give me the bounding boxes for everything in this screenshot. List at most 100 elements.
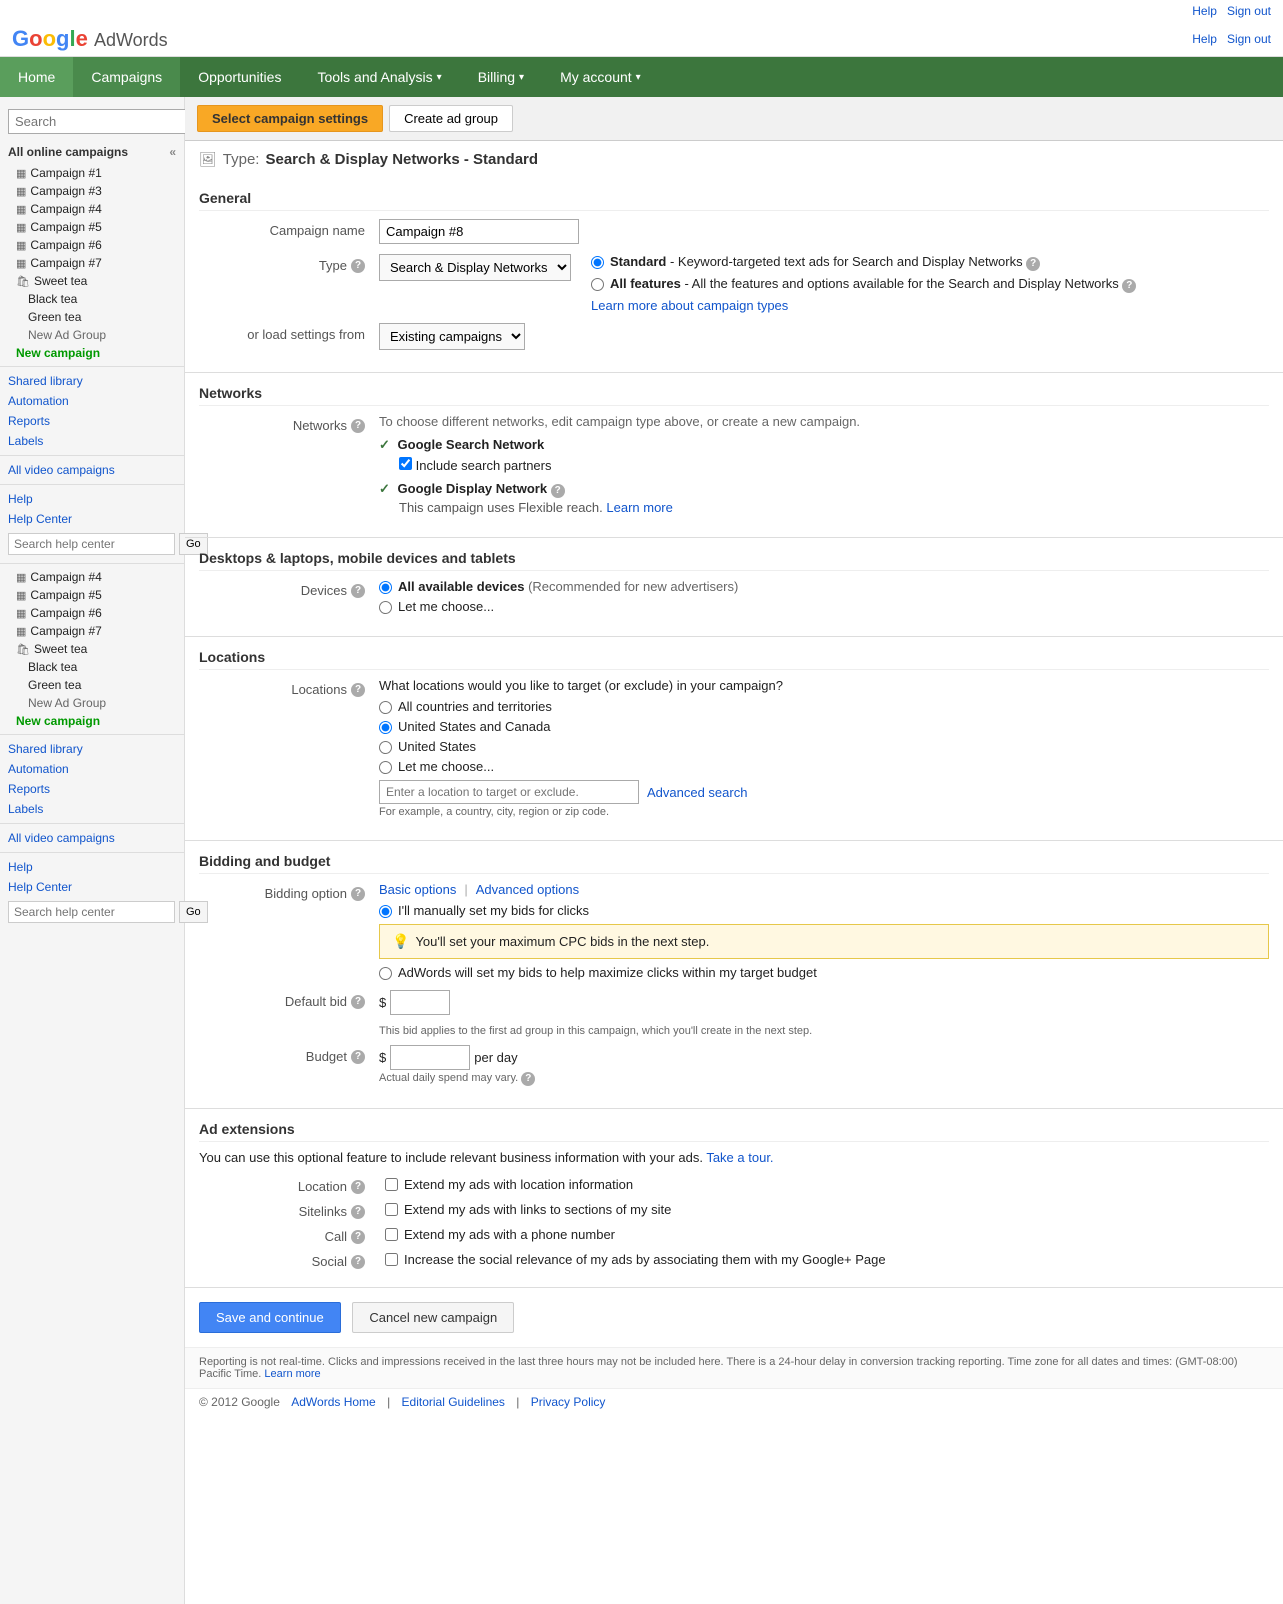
sidebar-campaign-4b[interactable]: ▦ Campaign #4: [0, 568, 184, 586]
standard-radio[interactable]: [591, 256, 604, 269]
location-ext-help-icon[interactable]: ?: [351, 1180, 365, 1194]
help-link[interactable]: Help: [1192, 4, 1217, 18]
networks-help-icon[interactable]: ?: [351, 419, 365, 433]
sidebar-green-tea-2[interactable]: Green tea: [0, 676, 184, 694]
let-me-choose-devices-radio[interactable]: [379, 601, 392, 614]
sidebar-black-tea[interactable]: Black tea: [0, 290, 184, 308]
advanced-search-link[interactable]: Advanced search: [647, 785, 747, 800]
social-ext-checkbox[interactable]: [385, 1253, 398, 1266]
sidebar-help[interactable]: Help: [0, 489, 184, 509]
sidebar-new-ad-group[interactable]: New Ad Group: [0, 326, 184, 344]
learn-more-campaign-types-link[interactable]: Learn more about campaign types: [591, 298, 788, 313]
sidebar-labels[interactable]: Labels: [0, 431, 184, 451]
sidebar-collapse-icon[interactable]: «: [169, 145, 176, 159]
sitelinks-ext-checkbox[interactable]: [385, 1203, 398, 1216]
sidebar-campaign-6[interactable]: ▦ Campaign #6: [0, 236, 184, 254]
sidebar-campaign-4[interactable]: ▦ Campaign #4: [0, 200, 184, 218]
sidebar-shared-library[interactable]: Shared library: [0, 371, 184, 391]
footer-learn-more-link[interactable]: Learn more: [264, 1368, 320, 1380]
bidding-help-icon[interactable]: ?: [351, 887, 365, 901]
location-ext-checkbox[interactable]: [385, 1178, 398, 1191]
budget-input[interactable]: [390, 1045, 470, 1070]
all-features-radio[interactable]: [591, 278, 604, 291]
location-search-input[interactable]: [379, 780, 639, 804]
existing-campaigns-dropdown[interactable]: Existing campaigns: [379, 323, 525, 350]
sidebar-campaign-5b[interactable]: ▦ Campaign #5: [0, 586, 184, 604]
sidebar-help-center[interactable]: Help Center: [0, 509, 184, 529]
sidebar-campaign-1[interactable]: ▦ Campaign #1: [0, 164, 184, 182]
call-ext-checkbox[interactable]: [385, 1228, 398, 1241]
header-help-link[interactable]: Help: [1192, 32, 1217, 46]
us-canada-radio[interactable]: [379, 721, 392, 734]
sidebar-campaign-3[interactable]: ▦ Campaign #3: [0, 182, 184, 200]
sidebar-help-center-2[interactable]: Help Center: [0, 877, 184, 897]
type-dropdown[interactable]: Search & Display Networks: [379, 254, 571, 281]
sidebar-sweet-tea-2[interactable]: 🛍 Sweet tea: [0, 640, 184, 658]
flexible-reach-learn-more[interactable]: Learn more: [606, 500, 672, 515]
sidebar-reports-2[interactable]: Reports: [0, 779, 184, 799]
default-bid-help-icon[interactable]: ?: [351, 995, 365, 1009]
nav-tools[interactable]: Tools and Analysis ▾: [299, 57, 459, 97]
header-signout-link[interactable]: Sign out: [1227, 32, 1271, 46]
us-radio[interactable]: [379, 741, 392, 754]
sidebar-green-tea[interactable]: Green tea: [0, 308, 184, 326]
display-help-icon[interactable]: ?: [551, 484, 565, 498]
all-countries-radio[interactable]: [379, 701, 392, 714]
nav-campaigns[interactable]: Campaigns: [73, 57, 180, 97]
sidebar-new-campaign[interactable]: New campaign: [0, 344, 184, 362]
sidebar-all-video[interactable]: All video campaigns: [0, 460, 184, 480]
sidebar-campaign-5[interactable]: ▦ Campaign #5: [0, 218, 184, 236]
locations-help-icon[interactable]: ?: [351, 683, 365, 697]
sidebar-help-search-input-2[interactable]: [8, 901, 175, 923]
sidebar-reports[interactable]: Reports: [0, 411, 184, 431]
sidebar-search-input[interactable]: [8, 109, 198, 134]
footer-adwords-home-link[interactable]: AdWords Home: [291, 1395, 375, 1409]
signout-link[interactable]: Sign out: [1227, 4, 1271, 18]
tab-select-campaign-settings[interactable]: Select campaign settings: [197, 105, 383, 132]
adwords-bid-radio[interactable]: [379, 967, 392, 980]
footer-editorial-link[interactable]: Editorial Guidelines: [402, 1395, 505, 1409]
sidebar-all-video-2[interactable]: All video campaigns: [0, 828, 184, 848]
devices-help-icon[interactable]: ?: [351, 584, 365, 598]
sidebar-sweet-tea[interactable]: 🛍 Sweet tea: [0, 272, 184, 290]
call-ext-help-icon[interactable]: ?: [351, 1230, 365, 1244]
sidebar-new-campaign-2[interactable]: New campaign: [0, 712, 184, 730]
nav-account[interactable]: My account ▾: [542, 57, 659, 97]
tab-create-ad-group[interactable]: Create ad group: [389, 105, 513, 132]
sitelinks-ext-checkbox-row: Extend my ads with links to sections of …: [385, 1202, 1269, 1217]
sidebar-help-2[interactable]: Help: [0, 857, 184, 877]
sidebar-campaign-6b[interactable]: ▦ Campaign #6: [0, 604, 184, 622]
sidebar-black-tea-2[interactable]: Black tea: [0, 658, 184, 676]
sidebar-new-ad-group-2[interactable]: New Ad Group: [0, 694, 184, 712]
standard-help-icon[interactable]: ?: [1026, 257, 1040, 271]
nav-opportunities[interactable]: Opportunities: [180, 57, 299, 97]
nav-billing[interactable]: Billing ▾: [460, 57, 542, 97]
sidebar-campaign-7b[interactable]: ▦ Campaign #7: [0, 622, 184, 640]
sidebar-labels-2[interactable]: Labels: [0, 799, 184, 819]
sidebar-automation[interactable]: Automation: [0, 391, 184, 411]
footer-privacy-link[interactable]: Privacy Policy: [531, 1395, 606, 1409]
social-ext-help-icon[interactable]: ?: [351, 1255, 365, 1269]
let-me-choose-location-radio[interactable]: [379, 761, 392, 774]
sidebar-automation-2[interactable]: Automation: [0, 759, 184, 779]
sidebar-help-search-input[interactable]: [8, 533, 175, 555]
take-tour-link[interactable]: Take a tour.: [706, 1150, 773, 1165]
campaign-name-input[interactable]: [379, 219, 579, 244]
actual-daily-help-icon[interactable]: ?: [521, 1072, 535, 1086]
budget-help-icon[interactable]: ?: [351, 1050, 365, 1064]
manual-bid-radio[interactable]: [379, 905, 392, 918]
type-help-icon[interactable]: ?: [351, 259, 365, 273]
nav-home[interactable]: Home: [0, 57, 73, 97]
save-and-continue-button[interactable]: Save and continue: [199, 1302, 341, 1333]
per-day-label: per day: [474, 1050, 517, 1065]
include-partners-checkbox[interactable]: [399, 457, 412, 470]
sidebar-shared-library-2[interactable]: Shared library: [0, 739, 184, 759]
basic-options-link[interactable]: Basic options: [379, 882, 456, 897]
advanced-options-link[interactable]: Advanced options: [476, 882, 579, 897]
sitelinks-ext-help-icon[interactable]: ?: [351, 1205, 365, 1219]
all-devices-radio[interactable]: [379, 581, 392, 594]
all-features-help-icon[interactable]: ?: [1122, 279, 1136, 293]
cancel-new-campaign-button[interactable]: Cancel new campaign: [352, 1302, 514, 1333]
sidebar-campaign-7[interactable]: ▦ Campaign #7: [0, 254, 184, 272]
default-bid-input[interactable]: [390, 990, 450, 1015]
